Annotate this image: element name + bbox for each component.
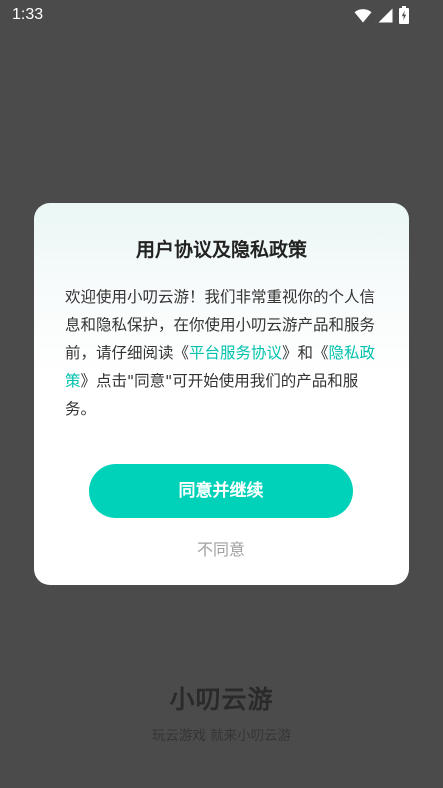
agree-continue-button[interactable]: 同意并继续	[89, 464, 353, 518]
brand-logo: 小叨云游	[169, 685, 274, 714]
decline-button[interactable]: 不同意	[171, 535, 271, 565]
wifi-icon	[354, 8, 372, 23]
cellular-signal-icon	[378, 8, 393, 23]
service-agreement-link[interactable]: 平台服务协议	[189, 344, 282, 362]
brand-slogan: 玩云游戏 就来小叨云游	[151, 728, 292, 744]
body-text: 》和《	[282, 344, 329, 362]
dialog-body: 欢迎使用小叨云游！我们非常重视你的个人信息和隐私保护，在你使用小叨云游产品和服务…	[65, 283, 381, 423]
dialog-title: 用户协议及隐私政策	[135, 239, 307, 261]
battery-charging-icon	[399, 6, 409, 24]
privacy-dialog: 用户协议及隐私政策 欢迎使用小叨云游！我们非常重视你的个人信息和隐私保护，在你使…	[34, 203, 409, 585]
status-bar: 1:33	[0, 0, 443, 30]
status-icons	[354, 6, 409, 24]
body-text: 》点击"同意"可开始使用我们的产品和服务。	[65, 372, 359, 418]
status-time: 1:33	[12, 6, 44, 23]
